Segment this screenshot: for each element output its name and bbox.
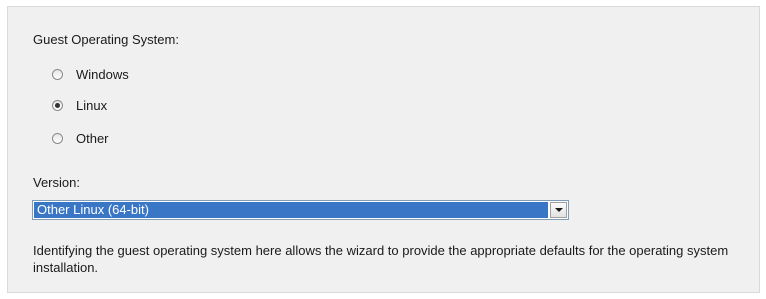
version-dropdown[interactable]: Other Linux (64-bit) bbox=[32, 200, 569, 220]
description-text: Identifying the guest operating system h… bbox=[33, 243, 729, 275]
dropdown-button[interactable] bbox=[550, 202, 567, 218]
guest-os-panel: Guest Operating System: Windows Linux Ot… bbox=[7, 6, 760, 293]
version-selected-value[interactable]: Other Linux (64-bit) bbox=[34, 202, 548, 218]
radio-option-other[interactable]: Other bbox=[52, 131, 109, 146]
radio-label-linux[interactable]: Linux bbox=[76, 98, 107, 113]
radio-button-windows[interactable] bbox=[52, 69, 63, 80]
version-label: Version: bbox=[33, 175, 80, 190]
radio-button-other[interactable] bbox=[52, 133, 63, 144]
radio-button-linux[interactable] bbox=[52, 100, 63, 111]
radio-label-windows[interactable]: Windows bbox=[76, 67, 129, 82]
guest-os-label: Guest Operating System: bbox=[33, 32, 179, 47]
radio-option-linux[interactable]: Linux bbox=[52, 98, 107, 113]
chevron-down-icon bbox=[554, 208, 563, 212]
radio-option-windows[interactable]: Windows bbox=[52, 67, 129, 82]
radio-label-other[interactable]: Other bbox=[76, 131, 109, 146]
